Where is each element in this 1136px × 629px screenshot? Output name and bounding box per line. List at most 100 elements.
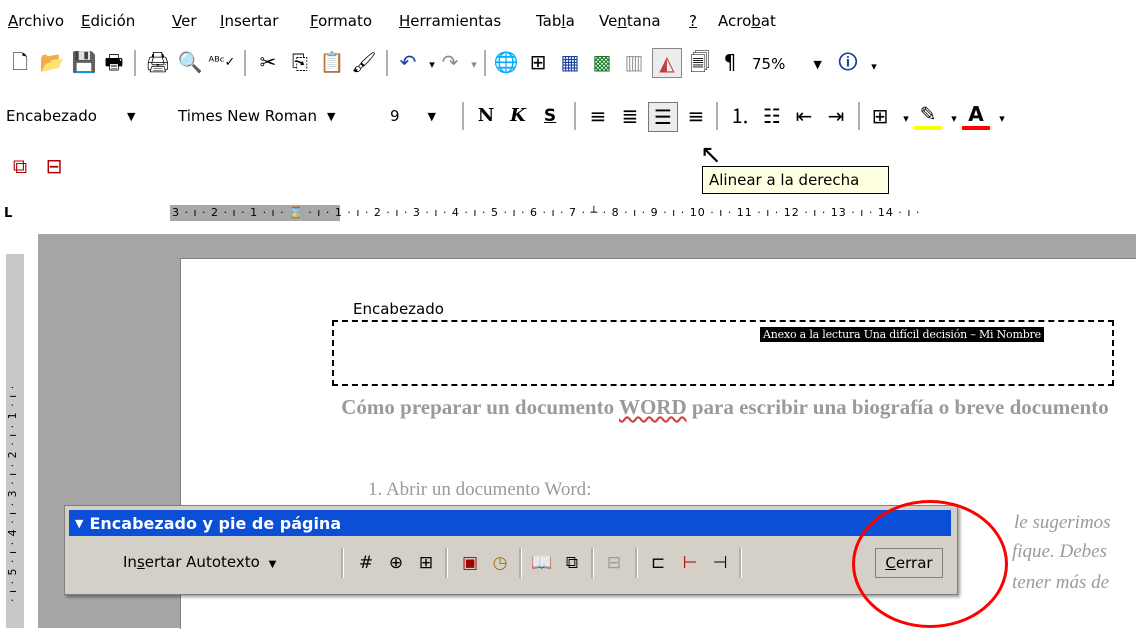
page-setup-icon[interactable]: 📖 <box>529 550 555 576</box>
same-as-previous-icon[interactable]: ⊟ <box>601 550 627 576</box>
italic-button[interactable]: K <box>504 102 532 130</box>
spelling-icon[interactable]: ᴬᴮᶜ✓ <box>208 48 236 76</box>
menu-insertar[interactable]: Insertar <box>220 12 278 30</box>
menu-ventana-pre: Ve <box>599 12 618 30</box>
convert-and-email-pdf-icon[interactable]: ⊟ <box>40 152 68 180</box>
zoom-dropdown[interactable]: 75% ▼ <box>752 51 832 77</box>
header-text[interactable]: Anexo a la lectura Una difícil decisión … <box>760 327 1044 342</box>
menu-ayuda-accel: ? <box>689 12 697 30</box>
menu-edicion-label: dición <box>90 12 136 30</box>
toolbar-separator <box>462 102 465 130</box>
help-icon[interactable]: 🛈 <box>834 48 862 76</box>
vertical-ruler-marks: · ı · 5 · ı · 4 · ı · 3 · ı · 2 · ı · 1 … <box>6 384 19 602</box>
chevron-down-icon: ▼ <box>327 109 336 123</box>
copy-icon[interactable]: ⎘ <box>286 48 314 76</box>
underline-button[interactable]: S <box>536 102 564 130</box>
chevron-down-icon: ▼ <box>268 559 277 570</box>
font-dropdown[interactable]: Times New Roman ▼ <box>178 103 372 129</box>
bold-button[interactable]: N <box>472 102 500 130</box>
document-text-fragment: le sugerimos <box>1014 512 1111 533</box>
cut-icon[interactable]: ✂ <box>254 48 282 76</box>
insert-number-of-pages-icon[interactable]: ⊕ <box>383 550 409 576</box>
permission-icon[interactable]: 🖶 <box>100 48 128 76</box>
show-hide-document-text-icon[interactable]: ⧉ <box>559 550 585 576</box>
header-footer-toolbar-title[interactable]: ▼ Encabezado y pie de página <box>69 510 951 536</box>
insert-time-icon[interactable]: ◷ <box>487 550 513 576</box>
format-painter-icon[interactable]: 🖌 <box>350 48 378 76</box>
save-icon[interactable]: 💾 <box>70 48 98 76</box>
menu-tabla[interactable]: Tabla <box>536 12 575 30</box>
insert-excel-icon[interactable]: ▩ <box>588 48 616 76</box>
align-center-icon[interactable]: ≣ <box>616 102 644 130</box>
toolbar-separator <box>519 548 522 578</box>
font-value: Times New Roman <box>178 107 318 125</box>
menu-herramientas[interactable]: Herramientas <box>399 12 501 30</box>
increase-indent-icon[interactable]: ⇥ <box>822 102 850 130</box>
menu-edicion[interactable]: Edición <box>81 12 135 30</box>
zoom-value: 75% <box>752 55 786 73</box>
toolbar-separator <box>484 50 487 76</box>
convert-to-pdf-icon[interactable]: ⧉ <box>6 152 34 180</box>
print-preview-icon[interactable]: 🔍 <box>176 48 204 76</box>
font-color-dropdown-icon[interactable]: ▾ <box>988 104 1016 132</box>
highlight-icon[interactable]: ✎ <box>914 102 942 130</box>
chevron-down-icon: ▼ <box>427 109 437 123</box>
show-next-icon[interactable]: ⊣ <box>707 550 733 576</box>
document-text-fragment: fique. Debes <box>1012 541 1107 562</box>
tables-borders-icon[interactable]: ⊞ <box>524 48 552 76</box>
font-color-icon[interactable]: A <box>962 102 990 130</box>
tooltip: Alinear a la derecha <box>702 166 889 194</box>
format-toolbar: Encabezado ▼ Times New Roman ▼ 9 ▼ N K S… <box>0 90 1136 140</box>
numbering-icon[interactable]: ⒈ <box>726 102 754 130</box>
menu-acrobat-label: at <box>760 12 776 30</box>
show-previous-icon[interactable]: ⊢ <box>677 550 703 576</box>
insert-date-icon[interactable]: ▣ <box>457 550 483 576</box>
document-map-icon[interactable]: 🗐 <box>686 48 714 76</box>
header-footer-toolbar: ▼ Encabezado y pie de página Insertar Au… <box>64 505 958 595</box>
document-title: Cómo preparar un documento WORD para esc… <box>330 394 1120 420</box>
format-page-number-icon[interactable]: ⊞ <box>413 550 439 576</box>
menu-acrobat-pre: Acro <box>718 12 752 30</box>
hyperlink-icon[interactable]: 🌐 <box>492 48 520 76</box>
menu-ayuda[interactable]: ? <box>689 12 697 30</box>
toolbar-separator <box>574 102 577 130</box>
paste-icon[interactable]: 📋 <box>318 48 346 76</box>
insert-page-number-icon[interactable]: # <box>353 550 379 576</box>
new-document-icon[interactable]: 🗋 <box>6 48 34 76</box>
print-icon[interactable]: 🖨 <box>144 48 172 76</box>
menu-acrobat[interactable]: Acrobat <box>718 12 776 30</box>
style-dropdown[interactable]: Encabezado ▼ <box>6 103 166 129</box>
drawing-icon[interactable]: ◭ <box>652 48 682 78</box>
menu-formato-accel: F <box>310 12 319 30</box>
bullets-icon[interactable]: ☷ <box>758 102 786 130</box>
menu-archivo-label: rchivo <box>18 12 65 30</box>
align-right-icon[interactable]: ☰ <box>648 102 678 132</box>
header-area-label: Encabezado <box>353 300 444 318</box>
menu-herramientas-label: erramientas <box>410 12 502 30</box>
toolbar-menu-icon[interactable]: ▼ <box>75 517 83 530</box>
border-icon[interactable]: ⊞ <box>866 102 894 130</box>
menu-archivo[interactable]: Archivo <box>8 12 64 30</box>
insert-autotext-dropdown[interactable]: Insertar Autotexto ▼ <box>123 553 276 571</box>
switch-header-footer-icon[interactable]: ⊏ <box>645 550 671 576</box>
horizontal-ruler[interactable]: L 3 · ı · 2 · ı · 1 · ı · ⌛ · ı · 1 · ı … <box>0 194 1136 234</box>
header-footer-title-text: Encabezado y pie de página <box>89 513 342 533</box>
acrobat-toolbar: ⧉ ⊟ <box>0 146 1136 188</box>
justify-icon[interactable]: ≡ <box>682 102 710 130</box>
menu-formato[interactable]: Formato <box>310 12 372 30</box>
insert-table-icon[interactable]: ▦ <box>556 48 584 76</box>
decrease-indent-icon[interactable]: ⇤ <box>790 102 818 130</box>
align-left-icon[interactable]: ≡ <box>584 102 612 130</box>
menu-ventana[interactable]: Ventana <box>599 12 661 30</box>
insert-autotext-accel: s <box>136 553 145 571</box>
open-folder-icon[interactable]: 📂 <box>38 48 66 76</box>
show-hide-icon[interactable]: ¶ <box>716 48 744 76</box>
toolbar-separator <box>591 548 594 578</box>
more-buttons-icon[interactable]: ▾ <box>860 52 888 80</box>
menu-ventana-accel: n <box>617 12 627 30</box>
font-size-dropdown[interactable]: 9 ▼ <box>390 103 454 129</box>
tab-selector-icon[interactable]: L <box>4 206 12 221</box>
menu-ver[interactable]: Ver <box>172 12 197 30</box>
columns-icon[interactable]: ▥ <box>620 48 648 76</box>
toolbar-separator <box>858 102 861 130</box>
